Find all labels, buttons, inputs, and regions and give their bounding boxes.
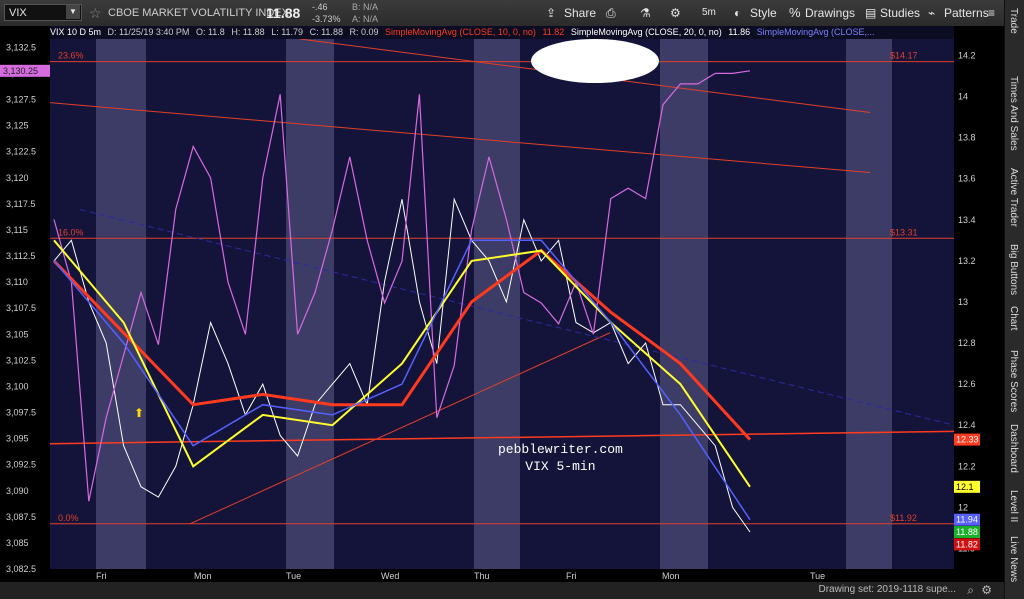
x-axis-label: Tue xyxy=(286,571,301,581)
bottom-bar: Drawing set: 2019-1118 supe... ⌕ ⚙ xyxy=(0,582,1004,599)
left-axis-tick: 3,105 xyxy=(6,329,29,339)
timeframe-button[interactable]: 5m xyxy=(702,0,716,26)
x-axis-label: Wed xyxy=(381,571,399,581)
left-axis-tick: 3,115 xyxy=(6,225,28,235)
right-axis-tick: 12.6 xyxy=(958,379,976,389)
sidebar-tab-label: Chart xyxy=(1008,306,1019,331)
magnifier-icon[interactable]: ⌕ xyxy=(967,583,974,598)
sidebar-tab-label: Live News xyxy=(1008,536,1019,583)
right-axis-tick: 12.8 xyxy=(958,338,976,348)
style-icon[interactable]: ◐ xyxy=(734,0,741,26)
settings-icon[interactable]: ⚙ xyxy=(981,583,992,597)
star-icon[interactable]: ☆ xyxy=(89,0,102,26)
left-axis-tick: 3,120 xyxy=(6,173,29,183)
right-axis-tick: 14.2 xyxy=(958,50,976,60)
drawing-set-label[interactable]: Drawing set: 2019-1118 supe... xyxy=(819,584,957,595)
menu-icon[interactable]: ≡ xyxy=(988,0,995,26)
watermark-line1: pebblewriter.com xyxy=(498,442,623,457)
right-axis-tick: 12 xyxy=(958,502,968,512)
right-axis-tick: 13.6 xyxy=(958,174,976,184)
right-axis-tick: 13.4 xyxy=(958,215,976,225)
price-tag-text: 12.1 xyxy=(956,482,974,492)
left-axis-tick: 3,082.5 xyxy=(6,564,36,574)
spx-price-text: 3,130.25 xyxy=(3,66,38,76)
sidebar-tab-label: Phase Scores xyxy=(1008,350,1019,413)
sidebar-tab-label: Active Trader xyxy=(1008,168,1019,227)
right-axis-tick: 13 xyxy=(958,297,968,307)
x-axis-label: Mon xyxy=(662,571,680,581)
sidebar-tab-label: Trade xyxy=(1008,8,1019,34)
price-tag-text: 11.88 xyxy=(956,527,978,537)
right-axis-tick: 12.4 xyxy=(958,420,976,430)
sidebar-tab-label: Times And Sales xyxy=(1008,76,1019,151)
style-button[interactable]: Style xyxy=(750,0,777,26)
studies-icon[interactable]: ▤ xyxy=(865,0,876,26)
x-axis-label: Mon xyxy=(194,571,212,581)
patterns-icon[interactable]: ⌁ xyxy=(928,0,935,26)
sidebar-tab-label: Level II xyxy=(1008,490,1019,523)
x-axis-label: Fri xyxy=(566,571,577,581)
left-axis-tick: 3,092.5 xyxy=(6,460,36,470)
gear-icon[interactable]: ⚙ xyxy=(670,0,681,26)
drawings-button[interactable]: Drawings xyxy=(805,0,855,26)
left-axis-tick: 3,085 xyxy=(6,538,29,548)
share-icon[interactable]: ⇪ xyxy=(546,0,556,26)
price-tag-text: 12.33 xyxy=(956,435,979,445)
right-axis-tick: 13.8 xyxy=(958,133,976,143)
right-axis-tick: 12.2 xyxy=(958,461,976,471)
left-axis-tick: 3,090 xyxy=(6,486,29,496)
left-axis-tick: 3,102.5 xyxy=(6,355,36,365)
price-tag-text: 11.94 xyxy=(956,515,978,525)
x-axis-label: Thu xyxy=(474,571,490,581)
drawings-icon[interactable]: % xyxy=(789,0,801,26)
toolbar: VIX ▼ ☆ CBOE MARKET VOLATILITY INDEX 11.… xyxy=(0,0,1004,27)
left-axis-tick: 3,112.5 xyxy=(6,251,35,261)
left-axis-tick: 3,117.5 xyxy=(6,199,35,209)
right-sidebar: Trade Times And Sales Active Trader Big … xyxy=(1004,0,1024,599)
right-axis-tick: 13.2 xyxy=(958,256,976,266)
axes-overlay: 3,132.53,1303,127.53,1253,122.53,1203,11… xyxy=(0,42,980,581)
left-axis-tick: 3,127.5 xyxy=(6,95,36,105)
x-axis-label: Tue xyxy=(810,571,825,581)
left-axis-tick: 3,110 xyxy=(6,277,28,287)
price-tag-text: 11.82 xyxy=(956,539,978,549)
x-axis-label: Fri xyxy=(96,571,107,581)
left-axis-tick: 3,125 xyxy=(6,121,29,131)
symbol-dropdown-icon[interactable]: ▼ xyxy=(66,5,80,19)
share-button[interactable]: Share xyxy=(564,0,596,26)
left-axis-tick: 3,087.5 xyxy=(6,512,36,522)
left-axis-tick: 3,097.5 xyxy=(6,408,36,418)
left-axis-tick: 3,100 xyxy=(6,381,29,391)
last-price: 11.88 xyxy=(266,5,301,21)
left-axis-tick: 3,095 xyxy=(6,434,29,444)
flask-icon[interactable]: ⚗ xyxy=(640,0,651,26)
studies-button[interactable]: Studies xyxy=(880,0,920,26)
symbol-description: CBOE MARKET VOLATILITY INDEX xyxy=(108,7,289,19)
print-icon[interactable]: ⎙ xyxy=(606,0,616,26)
patterns-button[interactable]: Patterns xyxy=(944,0,989,26)
sidebar-tab-label: Dashboard xyxy=(1008,424,1019,473)
left-axis-tick: 3,122.5 xyxy=(6,147,36,157)
sidebar-tab-label: Big Buttons xyxy=(1008,244,1019,296)
right-axis-tick: 14 xyxy=(958,92,968,102)
left-axis-tick: 3,107.5 xyxy=(6,303,36,313)
left-axis-tick: 3,132.5 xyxy=(6,42,36,52)
watermark: pebblewriter.com VIX 5-min xyxy=(498,441,623,475)
watermark-line2: VIX 5-min xyxy=(525,459,596,474)
